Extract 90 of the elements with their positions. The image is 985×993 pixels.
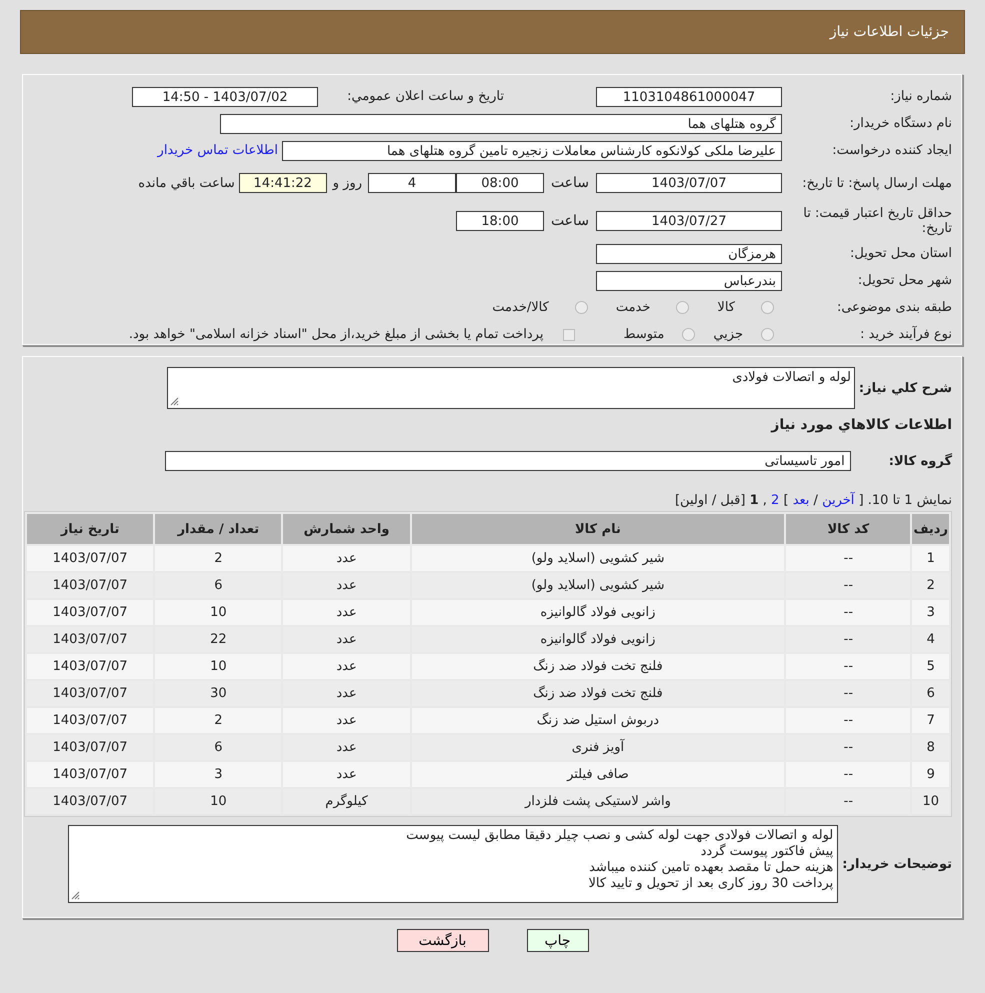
summary-field[interactable]: لوله و اتصالات فولادی [166,367,855,409]
table-cell: 1403/07/07 [27,654,154,679]
field-label: پرداخت تمام یا بخشی از مبلغ خرید،از محل "اسناد خزانه اسلامی" خواهد بود. [128,327,544,342]
page-link[interactable]: بعد [792,492,810,508]
radio-button[interactable] [676,301,690,314]
date-field[interactable]: 1403/07/07 [596,173,782,193]
page-title: جزئیات اطلاعات نیاز [830,24,949,40]
field-label: خدمت [616,300,650,315]
column-header: تعداد / مقدار [155,514,282,544]
buyer-field[interactable]: گروه هتلهای هما [220,114,782,134]
column-header: ردیف [912,514,949,544]
table-cell: 1403/07/07 [27,600,154,625]
field-label: شهر محل تحویل: [856,273,952,288]
goods-group-field[interactable]: امور تاسیساتی [164,451,851,471]
back-button[interactable]: بازگشت [396,929,488,952]
table-cell: 10 [155,654,282,679]
resize-grip-icon[interactable] [71,891,80,900]
buyer-notes-field[interactable]: لوله و اتصالات فولادی جهت لوله کشی و نصب چیلر دقیقا مطابق لیست پیوست پیش فاکتور پیوست گردد هزینه حمل تا مقصد بعهده تامین کننده میباشد پرداخت 30 روز کاری بعد از تحویل و تایید کالا [68,825,838,903]
table-cell: -- [786,600,910,625]
field-label: متوسط [623,327,664,342]
table-cell: زانویی فولاد گالوانیزه [412,600,784,625]
table-cell: 2 [155,708,282,733]
date-field[interactable]: 1403/07/27 [596,211,782,231]
table-cell: 3 [912,600,949,625]
field-label: جزيي [713,327,743,342]
creator-field[interactable]: علیرضا ملکی کولانکوه کارشناس معاملات زنجیره تامین گروه هتلهای هما [282,140,782,160]
days-field[interactable]: 4 [368,173,456,193]
field-label: ساعت باقي مانده [138,176,235,190]
table-cell: 1403/07/07 [27,762,154,787]
field-label: ایجاد کننده درخواست: [831,143,952,158]
field-label: تاریخ و ساعت اعلان عمومي: [346,89,504,104]
field-label: نوع فرآیند خرید : [859,327,952,342]
table-cell: عدد [283,600,410,625]
radio-button[interactable] [574,301,588,314]
column-header: تاریخ نیاز [27,514,154,544]
table-cell: 1 [912,546,949,571]
field-label: طبقه بندی موضوعی: [836,300,952,315]
field-label: ساعت [550,175,590,191]
table-cell: عدد [283,654,410,679]
table-cell: صافی فیلتر [412,762,784,787]
table-cell: -- [786,546,910,571]
table-cell: دربوش استیل ضد زنگ [412,708,784,733]
column-header: کد کالا [786,514,910,544]
table-cell: 1403/07/07 [27,546,154,571]
table-cell: 9 [912,762,949,787]
page-link[interactable]: آخرین [822,492,854,508]
remaining-time-field[interactable]: 14:41:22 [238,173,327,193]
table-cell: عدد [283,762,410,787]
resize-grip-icon[interactable] [170,397,179,406]
print-button[interactable]: چاپ [526,929,588,952]
table-cell: 3 [155,762,282,787]
radio-button[interactable] [682,328,696,341]
field-label: توضیحات خریدار: [842,856,952,872]
table-cell: 2 [155,546,282,571]
table-cell: عدد [283,708,410,733]
radio-button[interactable] [761,301,774,314]
table-cell: -- [786,708,910,733]
field-label: شماره نیاز: [889,89,952,104]
need-number-field[interactable]: 1103104861000047 [596,86,782,106]
table-cell: 1403/07/07 [27,708,154,733]
field-label: کالا/خدمت [492,300,549,315]
table-cell: -- [786,654,910,679]
radio-button[interactable] [761,328,774,341]
table-cell: 10 [155,600,282,625]
province-field[interactable]: هرمزگان [596,244,782,264]
time-field[interactable]: 08:00 [456,173,544,193]
table-cell: فلنج تخت فولاد ضد زنگ [412,654,784,679]
section-heading: اطلاعات کالاهاي مورد نياز [771,417,952,433]
field-label: کالا [717,300,735,315]
table-cell: عدد [283,546,410,571]
field-label: استان محل تحویل: [849,246,952,261]
checkbox[interactable] [563,328,576,340]
buyer-contact-link[interactable]: اطلاعات تماس خریدار [158,143,278,158]
announce-date-field[interactable]: 1403/07/02 - 14:50 [132,86,318,106]
column-header: نام کالا [412,514,784,544]
table-cell: 7 [912,708,949,733]
table-cell: شیر کشویی (اسلاید ولو) [412,546,784,571]
table-cell: 5 [912,654,949,679]
field-label: گروه کالا: [888,454,952,468]
field-label: شرح کلي نياز: [858,380,952,396]
table-cell: -- [786,762,910,787]
field-label: روز و [332,176,362,190]
column-header: واحد شمارش [283,514,410,544]
field-label: حداقل تاریخ اعتبار قیمت: تا تاریخ: [802,206,952,236]
field-label: ساعت [550,213,590,229]
field-label: مهلت ارسال پاسخ: تا تاریخ: [801,176,952,190]
page-link[interactable]: 2 [771,492,780,508]
time-field[interactable]: 18:00 [456,211,544,231]
field-label: نام دستگاه خریدار: [848,116,952,131]
city-field[interactable]: بندرعباس [596,270,782,290]
